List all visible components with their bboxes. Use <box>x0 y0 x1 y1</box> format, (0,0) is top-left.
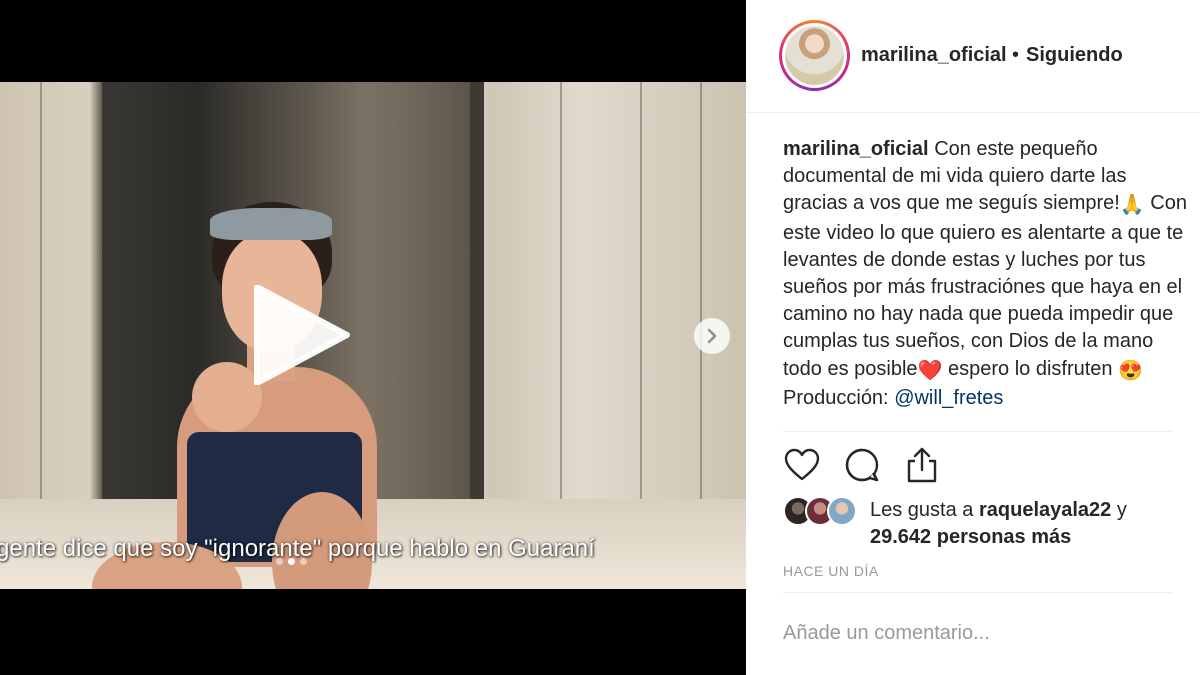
header-separator: • <box>1012 44 1020 66</box>
production-label: Producción: <box>783 386 889 409</box>
heart-eyes-emoji-icon: 😍 <box>1118 359 1144 382</box>
divider <box>783 592 1173 593</box>
pray-emoji-icon: 🙏 <box>1119 194 1145 217</box>
door-edge <box>470 82 484 552</box>
video-frame[interactable] <box>0 82 746 589</box>
post-header: marilina_oficial • Siguiendo <box>746 0 1200 113</box>
heart-icon <box>784 448 820 481</box>
caption-text: Con este video lo que quiero es alentart… <box>783 192 1187 380</box>
comment-icon <box>845 448 879 482</box>
avatar-image <box>785 26 844 85</box>
headband <box>210 208 332 240</box>
divider <box>783 431 1173 432</box>
post-timestamp[interactable]: HACE UN DÍA <box>783 563 879 579</box>
liker-username[interactable]: raquelayala22 <box>979 499 1111 521</box>
likes-summary: Les gusta a raquelayala22 y 29.642 perso… <box>870 497 1190 551</box>
liker-avatar[interactable] <box>827 496 857 526</box>
heart-emoji-icon: ❤️ <box>917 359 943 382</box>
action-bar <box>783 446 941 484</box>
carousel-dot <box>276 558 283 565</box>
like-button[interactable] <box>783 446 821 484</box>
following-button[interactable]: Siguiendo <box>1026 44 1123 67</box>
carousel-dot <box>300 558 307 565</box>
caption-text: espero lo disfruten <box>948 357 1113 380</box>
comment-input[interactable] <box>783 622 1173 645</box>
likes-prefix: Les gusta a <box>870 499 974 521</box>
header-username[interactable]: marilina_oficial <box>861 44 1007 67</box>
carousel-indicator <box>276 558 307 565</box>
share-button[interactable] <box>903 446 941 484</box>
post-media[interactable]: gente dice que soy "ignorante" porque ha… <box>0 0 746 675</box>
share-icon <box>907 447 937 483</box>
chevron-right-icon <box>707 328 717 344</box>
avatar[interactable] <box>779 20 850 91</box>
caption-username[interactable]: marilina_oficial <box>783 138 929 160</box>
post-caption: marilina_oficial Con este pequeño docume… <box>783 136 1193 412</box>
mention-link[interactable]: @will_fretes <box>894 387 1003 409</box>
likes-count[interactable]: 29.642 personas más <box>870 526 1071 548</box>
liker-avatars[interactable] <box>783 496 857 526</box>
comment-button[interactable] <box>843 446 881 484</box>
woman-figure <box>82 202 392 589</box>
post-sidebar: marilina_oficial • Siguiendo marilina_of… <box>746 0 1200 675</box>
carousel-dot-active <box>288 558 295 565</box>
likes-conjunction: y <box>1116 499 1127 521</box>
next-slide-button[interactable] <box>694 318 730 354</box>
play-icon[interactable] <box>251 285 351 385</box>
